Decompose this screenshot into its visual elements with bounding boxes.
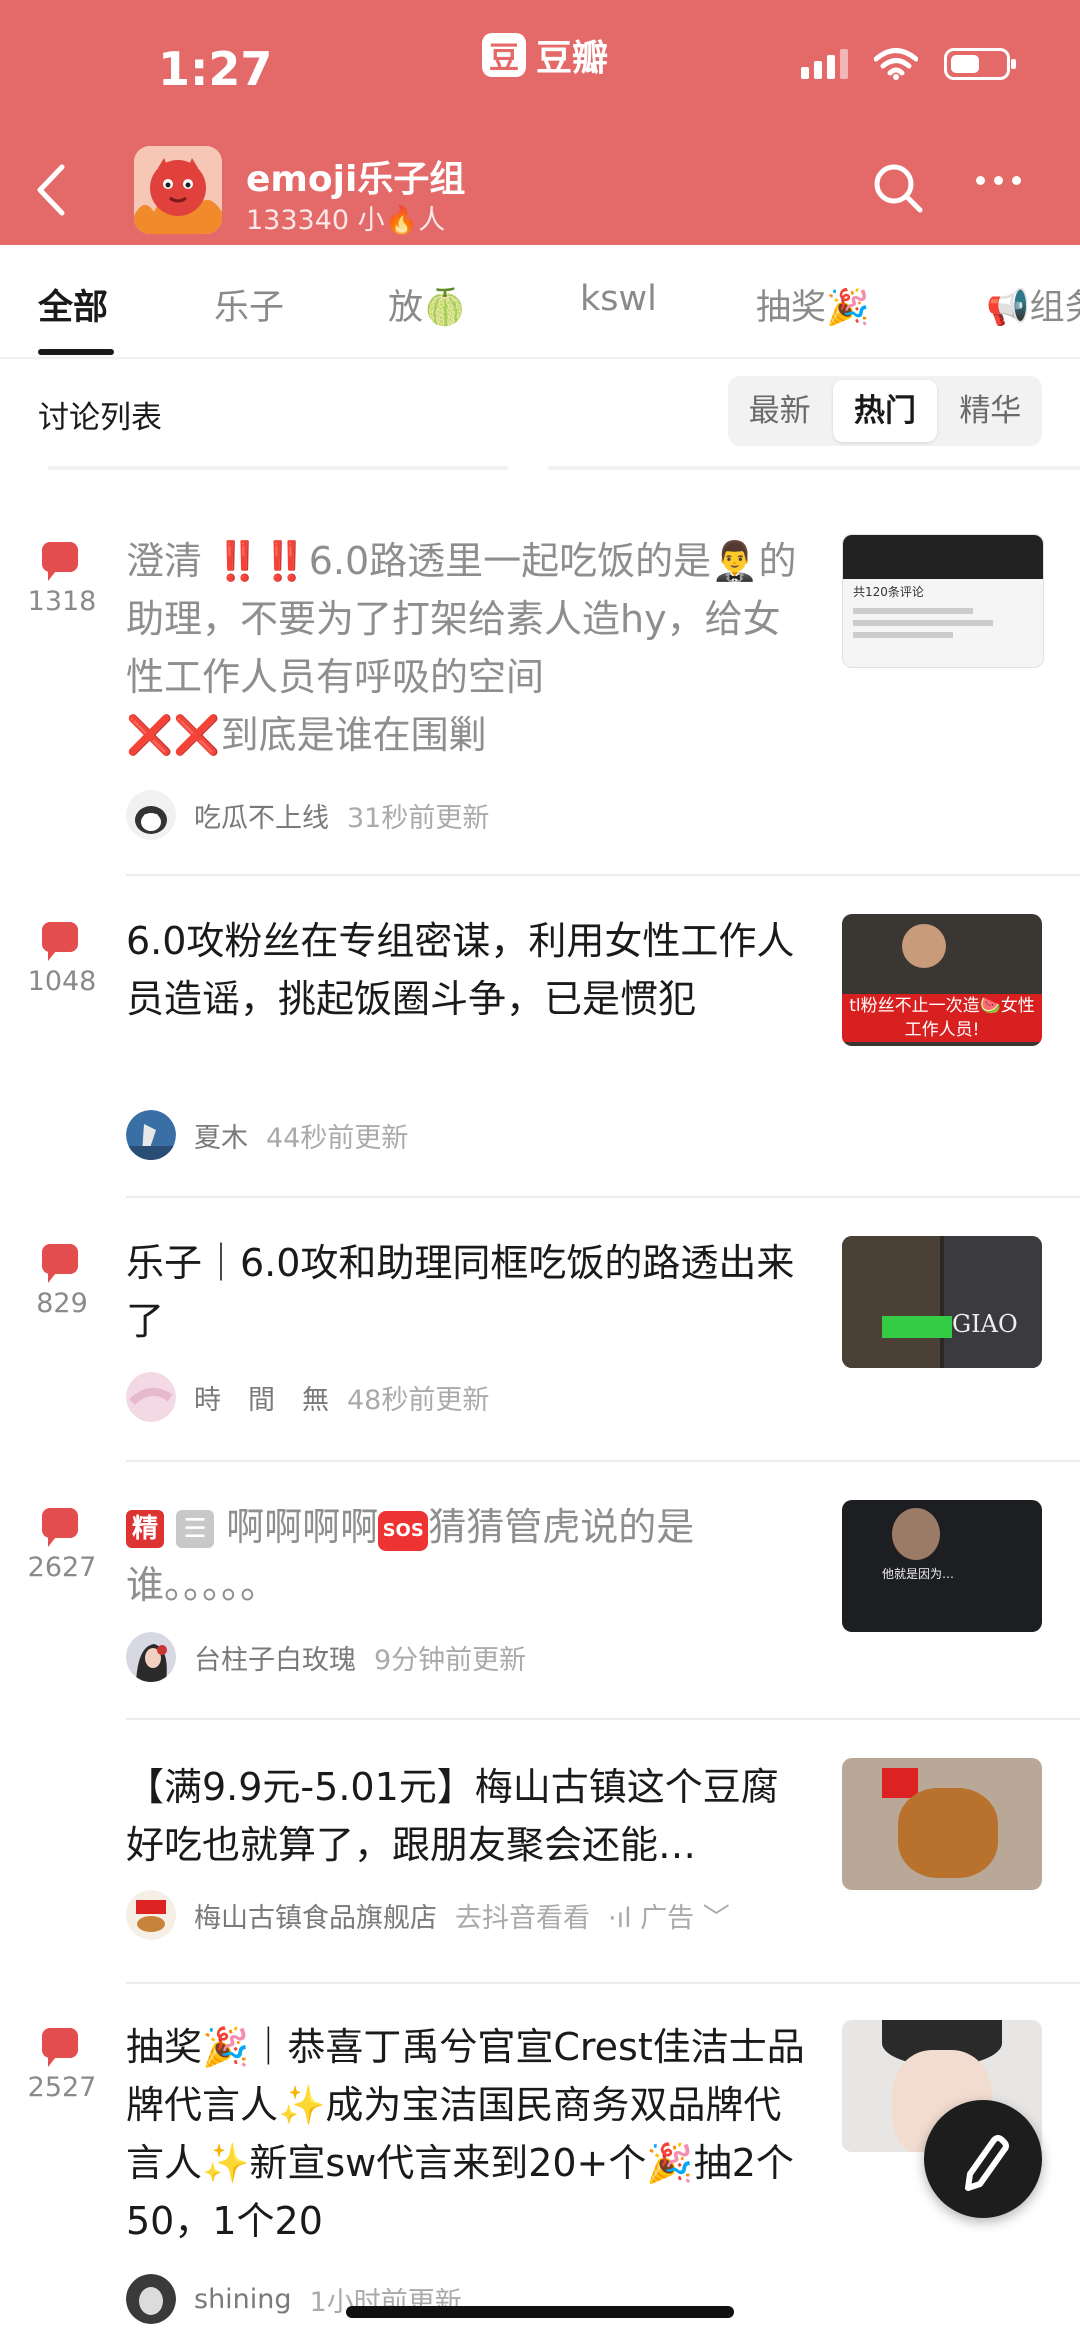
author-name[interactable]: 時 間 無 [194, 1378, 329, 1417]
divider [48, 466, 508, 470]
update-time: 44秒前更新 [266, 1122, 409, 1154]
advertiser-avatar[interactable] [126, 1890, 176, 1940]
more-icon [976, 176, 985, 185]
battery-icon [944, 48, 1016, 80]
tab-melon[interactable]: 放🍈 [388, 279, 467, 330]
list-item[interactable]: 1048 6.0攻粉丝在专组密谋，利用女性工作人员造谣，挑起饭圈斗争，已是惯犯 … [0, 876, 1080, 1198]
ad-label[interactable]: ·ıl 广告 ﹀ [608, 1896, 730, 1935]
comment-icon [42, 2028, 78, 2067]
post-meta: 吃瓜不上线 31秒前更新 [126, 790, 489, 840]
tab-group-affairs[interactable]: 📢组务 [986, 279, 1080, 330]
sort-hot[interactable]: 热门 [833, 380, 937, 442]
douban-logo-icon: 豆 [482, 33, 526, 77]
author-name[interactable]: 台柱子白玫瑰 [194, 1638, 356, 1677]
tab-lottery[interactable]: 抽奖🎉 [756, 279, 870, 330]
document-icon: ☰ [176, 1510, 215, 1548]
comment-count: 2527 [27, 2072, 97, 2103]
category-tabs: 全部 乐子 放🍈 kswl 抽奖🎉 📢组务 [0, 245, 1080, 359]
post-thumbnail: 共120条评论 [842, 534, 1044, 668]
compose-button[interactable] [924, 2100, 1042, 2218]
post-thumbnail: GIAO [842, 1236, 1042, 1368]
tab-lezi[interactable]: 乐子 [214, 279, 284, 330]
post-thumbnail: tl粉丝不止一次造🍉女性工作人员! [842, 914, 1042, 1046]
sort-latest[interactable]: 最新 [728, 380, 831, 442]
list-item[interactable]: 2527 抽奖🎉｜恭喜丁禹兮官宣Crest佳洁士品牌代言人✨成为宝洁国民商务双品… [0, 1984, 1080, 2340]
comment-icon [42, 1508, 78, 1547]
post-title: 6.0攻粉丝在专组密谋，利用女性工作人员造谣，挑起饭圈斗争，已是惯犯 [126, 919, 795, 1021]
ad-title: 【满9.9元-5.01元】梅山古镇这个豆腐好吃也就算了，跟朋友聚会还能… [126, 1765, 779, 1867]
wifi-icon [874, 48, 918, 80]
author-avatar[interactable] [126, 1632, 176, 1682]
author-name[interactable]: 吃瓜不上线 [194, 796, 329, 835]
comment-icon [42, 922, 78, 961]
update-time: 48秒前更新 [347, 1384, 490, 1416]
group-avatar[interactable] [134, 146, 222, 234]
author-name[interactable]: shining [194, 2284, 292, 2315]
comment-icon [42, 542, 78, 581]
author-avatar[interactable] [126, 2274, 176, 2324]
post-title: 抽奖🎉｜恭喜丁禹兮官宣Crest佳洁士品牌代言人✨成为宝洁国民商务双品牌代言人✨… [126, 2025, 805, 2243]
brand: 豆 豆瓣 [482, 30, 608, 80]
post-meta: 台柱子白玫瑰 9分钟前更新 [126, 1632, 526, 1682]
post-meta: 時 間 無 48秒前更新 [126, 1372, 489, 1422]
list-title: 讨论列表 [38, 400, 162, 436]
active-tab-indicator [38, 349, 114, 355]
search-button[interactable] [870, 160, 926, 216]
post-meta: 夏木 44秒前更新 [126, 1110, 408, 1160]
update-time: 31秒前更新 [347, 802, 490, 834]
brand-name: 豆瓣 [536, 38, 609, 79]
author-avatar[interactable] [126, 790, 176, 840]
author-avatar[interactable] [126, 1372, 176, 1422]
post-title: 澄清 ‼️‼️6.0路透里一起吃饭的是🤵‍♂️的助理，不要为了打架给素人造hy，… [126, 539, 797, 757]
top-header: 1:27 豆 豆瓣 emoji乐子组 133340 小🔥人 [0, 0, 1080, 245]
comment-count: 2627 [27, 1552, 97, 1583]
divider [548, 466, 1080, 470]
advertiser-name[interactable]: 梅山古镇食品旗舰店 [194, 1896, 437, 1935]
sos-icon: SOS [378, 1511, 429, 1551]
update-time: 9分钟前更新 [374, 1644, 527, 1676]
comment-count: 829 [36, 1288, 88, 1319]
author-avatar[interactable] [126, 1110, 176, 1160]
list-item[interactable]: 2627 精 ☰ 啊啊啊啊 SOS 猜猜管虎说的是谁。。。。。 台柱子白玫瑰 9分钟… [0, 1462, 1080, 1720]
group-member-count: 133340 小🔥人 [246, 205, 446, 236]
ad-list-item[interactable]: 【满9.9元-5.01元】梅山古镇这个豆腐好吃也就算了，跟朋友聚会还能… 梅山古… [0, 1720, 1080, 1984]
audio-wave-icon: ·ıl [608, 1902, 632, 1934]
sort-segmented-control: 最新 热门 精华 [728, 376, 1042, 446]
comment-count: 1048 [27, 966, 97, 997]
pencil-icon [965, 2135, 1009, 2191]
featured-badge: 精 [126, 1510, 164, 1548]
group-name: emoji乐子组 [246, 159, 466, 200]
sort-featured[interactable]: 精华 [939, 380, 1042, 442]
cellular-signal-icon [801, 49, 848, 79]
post-title: 精 ☰ 啊啊啊啊 SOS 猜猜管虎说的是谁。。。。。 [126, 1505, 695, 1607]
tab-kswl[interactable]: kswl [580, 279, 657, 319]
search-icon [874, 164, 923, 213]
home-indicator [346, 2306, 734, 2318]
tab-all[interactable]: 全部 [38, 279, 108, 330]
comment-count: 1318 [27, 586, 97, 617]
status-time: 1:27 [158, 42, 273, 96]
post-meta: 梅山古镇食品旗舰店 去抖音看看 ·ıl 广告 ﹀ [126, 1890, 730, 1940]
author-name[interactable]: 夏木 [194, 1116, 248, 1155]
list-item[interactable]: 1318 澄清 ‼️‼️6.0路透里一起吃饭的是🤵‍♂️的助理，不要为了打架给素… [0, 520, 1080, 876]
post-title: 乐子｜6.0攻和助理同框吃饭的路透出来了 [126, 1241, 795, 1343]
back-button[interactable] [34, 160, 74, 220]
post-thumbnail: 他就是因为… [842, 1500, 1042, 1632]
chevron-left-icon [37, 164, 65, 216]
comment-icon [42, 1244, 78, 1283]
status-icons [801, 48, 1016, 80]
ad-thumbnail [842, 1758, 1042, 1890]
chevron-down-icon: ﹀ [702, 1902, 730, 1934]
list-item[interactable]: 829 乐子｜6.0攻和助理同框吃饭的路透出来了 時 間 無 48秒前更新 GI… [0, 1198, 1080, 1462]
ad-cta[interactable]: 去抖音看看 [455, 1896, 590, 1935]
more-button[interactable] [976, 176, 1021, 185]
